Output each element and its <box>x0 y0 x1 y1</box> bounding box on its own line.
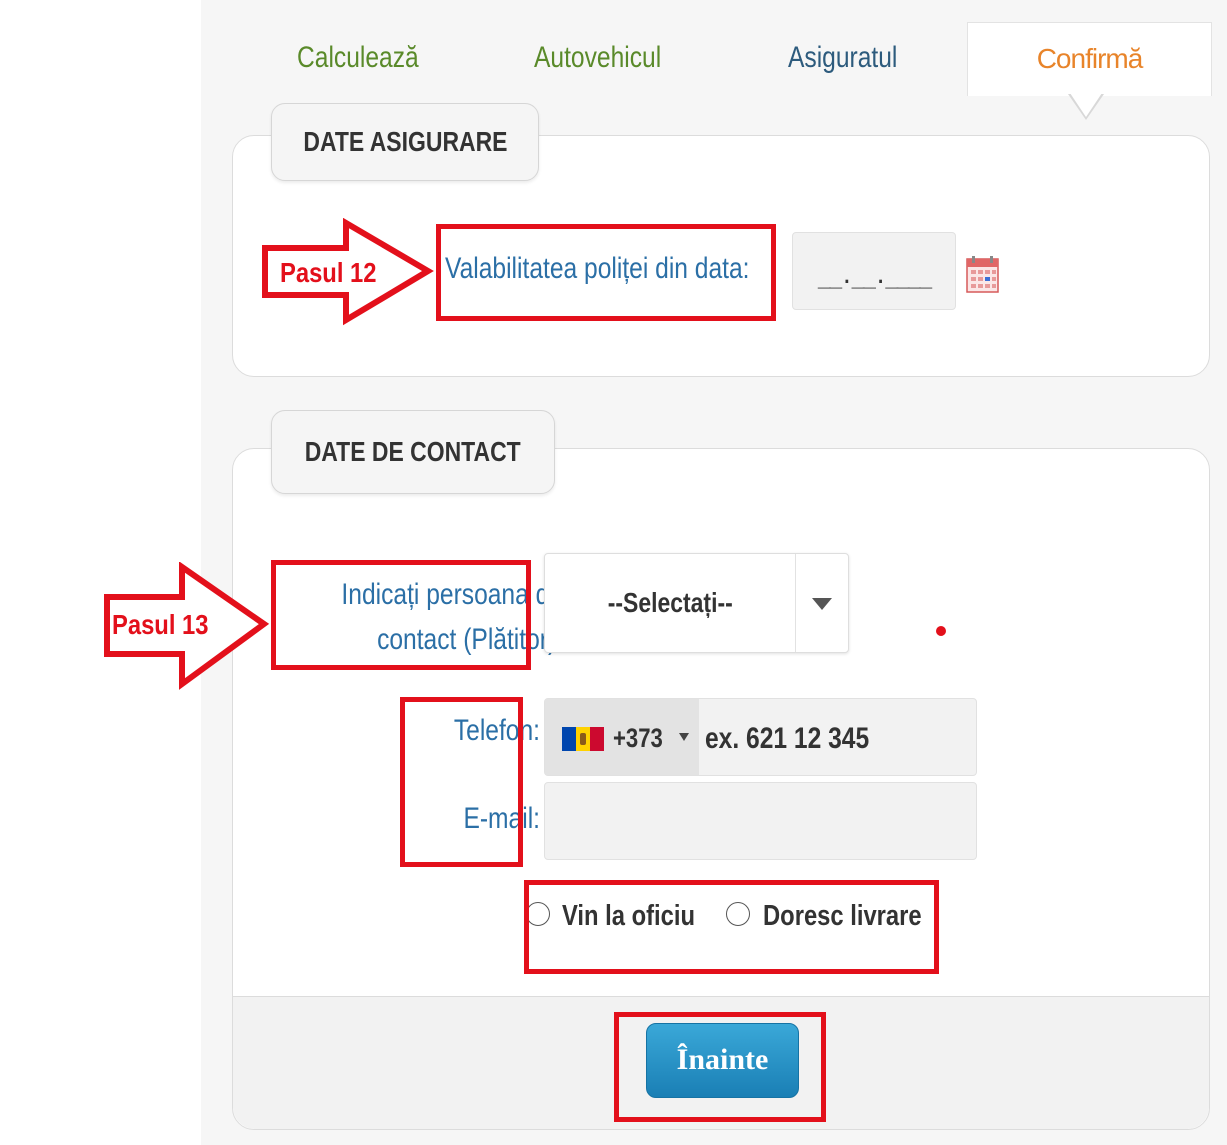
tab-calculeaza[interactable]: Calculează <box>297 30 419 90</box>
tab-confirma[interactable]: Confirmă <box>967 22 1212 96</box>
contact-person-select-value: --Selectați-- <box>607 587 734 618</box>
highlight-validity-label <box>436 224 776 321</box>
step12-arrow: Pasul 12 <box>262 218 434 326</box>
tab-pointer-inner <box>1070 93 1102 117</box>
highlight-phone-email-labels <box>400 697 523 867</box>
cursor-dot <box>936 626 946 636</box>
highlight-contact-label <box>271 560 531 670</box>
phone-input[interactable]: ex. 621 12 345 <box>705 699 869 779</box>
tab-autovehicul[interactable]: Autovehicul <box>534 30 661 90</box>
chevron-down-icon <box>812 598 832 610</box>
step13-label: Pasul 13 <box>112 608 209 640</box>
step13-arrow: Pasul 13 <box>104 562 270 690</box>
phone-field[interactable]: +373 ex. 621 12 345 <box>544 698 977 776</box>
policy-start-date-field[interactable]: __.__.____ <box>792 232 956 310</box>
highlight-next-button <box>614 1012 826 1122</box>
country-code: +373 <box>613 723 663 753</box>
contact-person-select[interactable]: --Selectați-- <box>544 553 849 653</box>
tab-asiguratul[interactable]: Asiguratul <box>788 30 897 90</box>
contact-data-heading: DATE DE CONTACT <box>271 410 555 494</box>
email-field[interactable] <box>544 782 977 860</box>
highlight-delivery-options <box>524 880 939 974</box>
country-code-selector[interactable]: +373 <box>545 699 699 775</box>
tab-confirma-label: Confirmă <box>1036 43 1144 74</box>
caret-down-icon <box>679 733 689 741</box>
select-toggle[interactable] <box>795 554 848 652</box>
calendar-icon[interactable] <box>966 255 999 293</box>
moldova-flag-icon <box>562 727 604 751</box>
step12-label: Pasul 12 <box>280 256 377 288</box>
insurance-data-heading: DATE ASIGURARE <box>271 103 539 181</box>
